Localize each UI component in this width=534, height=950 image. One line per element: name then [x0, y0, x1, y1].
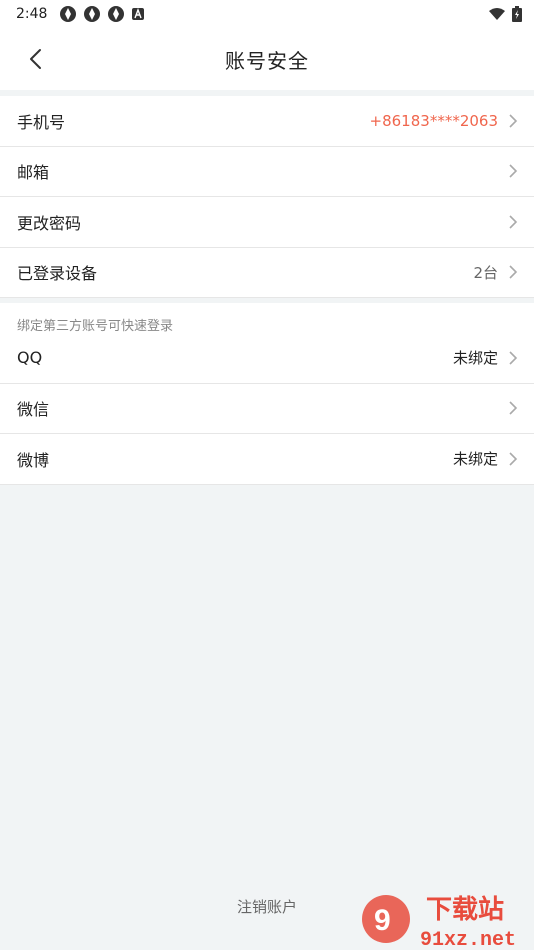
phone-row[interactable]: 手机号 +86183****2063 [0, 96, 534, 147]
chevron-right-icon [508, 451, 518, 467]
phone-label: 手机号 [17, 112, 66, 132]
wifi-icon [489, 8, 505, 20]
change-password-label: 更改密码 [17, 213, 82, 233]
logged-devices-row[interactable]: 已登录设备 2台 [0, 248, 534, 298]
qq-row[interactable]: QQ 未绑定 [0, 333, 534, 384]
app-icon [108, 6, 125, 22]
qq-label: QQ [17, 348, 43, 368]
header: 账号安全 [0, 28, 534, 90]
chevron-left-icon [30, 49, 41, 69]
watermark-brand: 下载站 [426, 895, 504, 925]
battery-icon [512, 6, 522, 22]
third-party-section: 绑定第三方账号可快速登录 QQ 未绑定 微信 微博 未绑定 [0, 303, 534, 485]
notification-icons [59, 5, 145, 23]
chevron-right-icon [508, 264, 518, 280]
chevron-right-icon [508, 400, 518, 416]
third-party-hint: 绑定第三方账号可快速登录 [17, 319, 174, 334]
chevron-right-icon [508, 113, 518, 129]
change-password-row[interactable]: 更改密码 [0, 197, 534, 248]
email-label: 邮箱 [17, 163, 50, 183]
qq-value: 未绑定 [452, 349, 498, 368]
chevron-right-icon [508, 163, 518, 179]
svg-text:9: 9 [374, 904, 391, 937]
wechat-row[interactable]: 微信 [0, 384, 534, 434]
status-right-icons [488, 6, 522, 22]
watermark-logo: 9 下载站 91xz.net [362, 895, 516, 950]
watermark-domain: 91xz.net [420, 929, 516, 950]
page-title: 账号安全 [225, 48, 309, 73]
app-icon [60, 6, 77, 22]
back-button[interactable] [18, 42, 52, 76]
weibo-value: 未绑定 [452, 450, 498, 469]
status-time: 2:48 [16, 6, 48, 22]
a-icon [132, 8, 145, 20]
weibo-row[interactable]: 微博 未绑定 [0, 434, 534, 485]
account-settings-section: 手机号 +86183****2063 邮箱 更改密码 已登录设备 2台 [0, 96, 534, 298]
status-bar: 2:48 [0, 0, 534, 28]
logged-devices-value: 2台 [473, 263, 498, 282]
email-row[interactable]: 邮箱 [0, 147, 534, 197]
chevron-right-icon [508, 350, 518, 366]
chevron-right-icon [508, 214, 518, 230]
logged-devices-label: 已登录设备 [17, 264, 98, 284]
phone-value: +86183****2063 [369, 111, 498, 130]
wechat-label: 微信 [17, 400, 50, 420]
app-icon [84, 6, 101, 22]
weibo-label: 微博 [17, 450, 50, 470]
